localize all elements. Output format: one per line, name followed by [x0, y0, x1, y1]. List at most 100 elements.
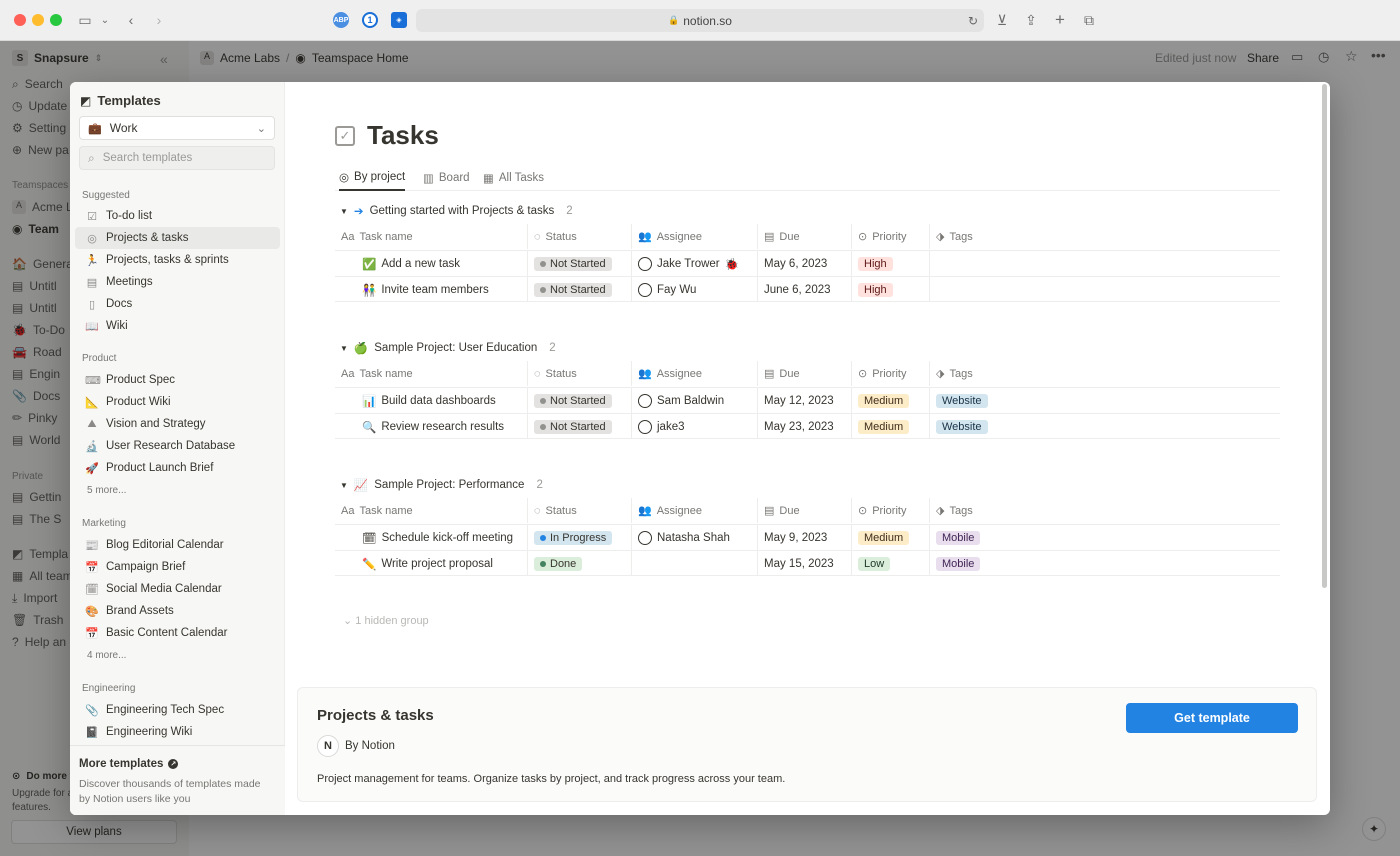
group-header[interactable]: ▼ 🍏 Sample Project: User Education 2 — [340, 341, 556, 355]
priority-cell[interactable]: High — [851, 277, 929, 302]
column-header[interactable]: ◌ Status — [527, 498, 631, 523]
tags-cell[interactable]: Mobile — [929, 551, 1049, 576]
share-icon[interactable]: ⇪ — [1022, 11, 1040, 29]
status-cell[interactable]: In Progress — [527, 525, 631, 550]
status-cell[interactable]: Not Started — [527, 251, 631, 276]
tags-cell[interactable] — [929, 277, 1049, 302]
sidebar-toggle-icon[interactable]: ▭ — [76, 11, 94, 29]
due-cell[interactable]: May 12, 2023 — [757, 388, 851, 413]
column-header[interactable]: 👥 Assignee — [631, 498, 757, 523]
group-header[interactable]: ▼ ➔ Getting started with Projects & task… — [340, 204, 573, 218]
template-item-meetings[interactable]: ▤ Meetings — [75, 271, 280, 293]
template-item-eng-wiki[interactable]: 📓 Engineering Wiki — [75, 721, 280, 743]
table-row[interactable]: 👫 Invite team members Not Started Fay Wu … — [335, 276, 1280, 302]
column-header[interactable]: ◌ Status — [527, 224, 631, 249]
get-template-button[interactable]: Get template — [1126, 703, 1298, 733]
template-item-wiki[interactable]: 📖 Wiki — [75, 315, 280, 337]
column-header[interactable]: ⬗ Tags — [929, 361, 1049, 386]
close-window-button[interactable] — [14, 14, 26, 26]
status-cell[interactable]: Done — [527, 551, 631, 576]
column-header[interactable]: Aa Task name — [335, 224, 527, 249]
template-item-tech-spec[interactable]: 📎 Engineering Tech Spec — [75, 699, 280, 721]
maximize-window-button[interactable] — [50, 14, 62, 26]
tags-cell[interactable] — [929, 251, 1049, 276]
table-row[interactable]: ✅ Add a new task Not Started Jake Trower 🐞… — [335, 250, 1280, 276]
column-header[interactable]: Aa Task name — [335, 361, 527, 386]
minimize-window-button[interactable] — [32, 14, 44, 26]
tags-cell[interactable]: Mobile — [929, 525, 1049, 550]
table-row[interactable]: 📊 Build data dashboards Not Started Sam B… — [335, 387, 1280, 413]
priority-cell[interactable]: High — [851, 251, 929, 276]
template-item-brand-assets[interactable]: 🎨 Brand Assets — [75, 600, 280, 622]
priority-cell[interactable]: Medium — [851, 525, 929, 550]
task-cell[interactable]: ✅ Add a new task — [335, 251, 527, 276]
assignee-cell[interactable]: Sam Baldwin — [631, 388, 757, 413]
column-header[interactable]: 👥 Assignee — [631, 224, 757, 249]
tab-by-project[interactable]: ◎ By project — [339, 164, 406, 191]
column-header[interactable]: ⊙ Priority — [851, 224, 929, 249]
tags-cell[interactable]: Website — [929, 414, 1049, 439]
template-item-todo-list[interactable]: ☑ To-do list — [75, 205, 280, 227]
back-arrow-icon[interactable]: ‹ — [124, 11, 138, 29]
due-cell[interactable]: May 15, 2023 — [757, 551, 851, 576]
template-item-product-spec[interactable]: ⌨ Product Spec — [75, 369, 280, 391]
template-item-product-wiki[interactable]: 📐 Product Wiki — [75, 391, 280, 413]
new-tab-icon[interactable]: + — [1051, 10, 1069, 29]
more-templates-link[interactable]: More templates ↗ — [79, 758, 179, 770]
tab-overview-icon[interactable]: ⧉ — [1080, 11, 1098, 29]
due-cell[interactable]: June 6, 2023 — [757, 277, 851, 302]
template-item-blog-calendar[interactable]: 📰 Blog Editorial Calendar — [75, 534, 280, 556]
column-header[interactable]: ▤ Due — [757, 224, 851, 249]
status-cell[interactable]: Not Started — [527, 388, 631, 413]
template-item-content-calendar[interactable]: 📅 Basic Content Calendar — [75, 622, 280, 644]
column-header[interactable]: ⬗ Tags — [929, 498, 1049, 523]
table-row[interactable]: 🔍 Review research results Not Started jak… — [335, 413, 1280, 439]
due-cell[interactable]: May 9, 2023 — [757, 525, 851, 550]
due-cell[interactable]: May 23, 2023 — [757, 414, 851, 439]
priority-cell[interactable]: Low — [851, 551, 929, 576]
column-header[interactable]: ⊙ Priority — [851, 361, 929, 386]
column-header[interactable]: 👥 Assignee — [631, 361, 757, 386]
task-cell[interactable]: 🗓 Schedule kick-off meeting — [335, 525, 527, 550]
shield-extension-icon[interactable]: ◈ — [391, 12, 407, 28]
priority-cell[interactable]: Medium — [851, 388, 929, 413]
column-header[interactable]: ⬗ Tags — [929, 224, 1049, 249]
column-header[interactable]: ▤ Due — [757, 361, 851, 386]
more-templates-box[interactable]: More templates ↗ Discover thousands of t… — [70, 745, 285, 815]
tab-board[interactable]: ▥ Board — [423, 164, 470, 191]
address-bar[interactable]: 🔒 notion.so ↻ — [416, 9, 984, 32]
template-item-vision-strategy[interactable]: ⛰ Vision and Strategy — [75, 413, 280, 435]
template-item-launch-brief[interactable]: 🚀 Product Launch Brief — [75, 457, 280, 479]
task-cell[interactable]: 📊 Build data dashboards — [335, 388, 527, 413]
status-cell[interactable]: Not Started — [527, 277, 631, 302]
assignee-cell[interactable]: Jake Trower 🐞 — [631, 251, 757, 276]
template-item-sprints[interactable]: 🏃 Projects, tasks & sprints — [75, 249, 280, 271]
template-item-campaign-brief[interactable]: 📅 Campaign Brief — [75, 556, 280, 578]
template-item-social-calendar[interactable]: 🗓 Social Media Calendar — [75, 578, 280, 600]
group-header[interactable]: ▼ 📈 Sample Project: Performance 2 — [340, 478, 543, 492]
column-header[interactable]: ⊙ Priority — [851, 498, 929, 523]
assignee-cell[interactable]: Fay Wu — [631, 277, 757, 302]
preview-scrollbar[interactable] — [1322, 84, 1327, 588]
assignee-cell[interactable]: jake3 — [631, 414, 757, 439]
template-item-projects-tasks[interactable]: ◎ Projects & tasks — [75, 227, 280, 249]
download-icon[interactable]: ⊻ — [993, 11, 1011, 29]
template-item-docs[interactable]: ▯ Docs — [75, 293, 280, 315]
template-item-user-research[interactable]: 🔬 User Research Database — [75, 435, 280, 457]
adblock-extension-icon[interactable]: ABP — [333, 12, 349, 28]
reload-icon[interactable]: ↻ — [968, 14, 978, 28]
table-row[interactable]: ✏️ Write project proposal Done May 15, 20… — [335, 550, 1280, 576]
search-box[interactable]: ⌕ — [79, 146, 275, 170]
column-header[interactable]: ▤ Due — [757, 498, 851, 523]
forward-arrow-icon[interactable]: › — [152, 11, 166, 29]
marketing-more-link[interactable]: 4 more... — [87, 650, 126, 661]
task-cell[interactable]: 👫 Invite team members — [335, 277, 527, 302]
tab-all-tasks[interactable]: ▦ All Tasks — [483, 164, 544, 191]
search-input[interactable] — [102, 152, 263, 164]
category-select[interactable]: 💼 Work ⌄ — [79, 116, 275, 140]
table-row[interactable]: 🗓 Schedule kick-off meeting In Progress N… — [335, 524, 1280, 550]
product-more-link[interactable]: 5 more... — [87, 485, 126, 496]
priority-cell[interactable]: Medium — [851, 414, 929, 439]
status-cell[interactable]: Not Started — [527, 414, 631, 439]
assignee-cell[interactable]: Natasha Shah — [631, 525, 757, 550]
